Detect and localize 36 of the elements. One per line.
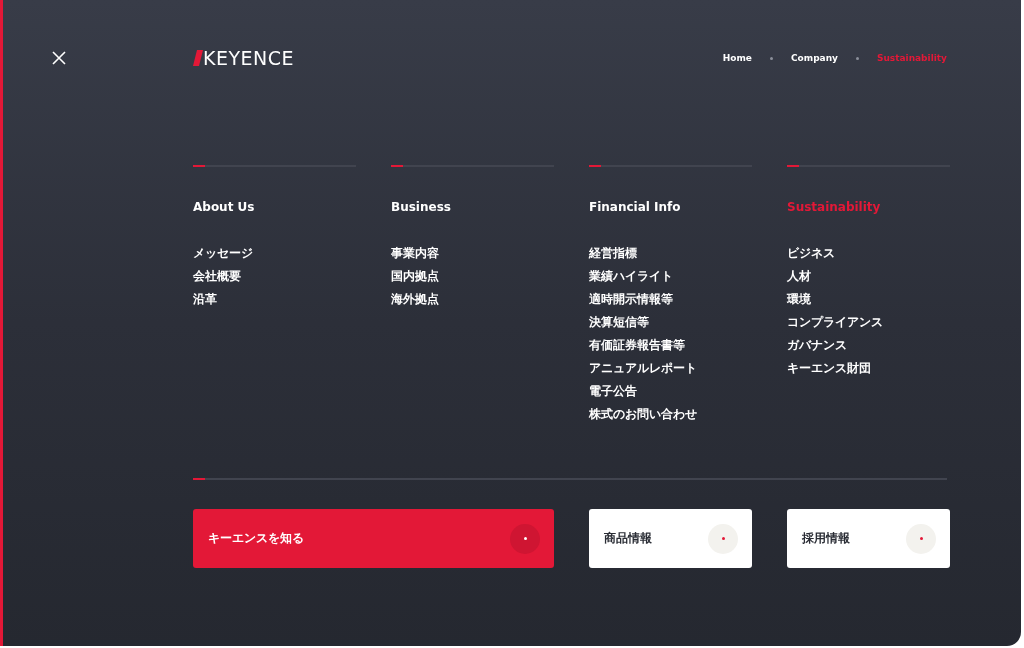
menu-link[interactable]: 適時開示情報等 <box>589 291 673 307</box>
menu-link[interactable]: 事業内容 <box>391 245 439 261</box>
menu-link[interactable]: 経営指標 <box>589 245 637 261</box>
menu-link[interactable]: コンプライアンス <box>787 314 883 330</box>
menu-link[interactable]: ビジネス <box>787 245 835 261</box>
dot-circle-icon <box>708 523 738 554</box>
menu-link[interactable]: 決算短信等 <box>589 314 649 330</box>
section-heading-link[interactable]: Financial Info <box>589 200 681 214</box>
dot-circle-icon <box>906 523 936 554</box>
link-card[interactable]: 商品情報 <box>589 509 752 568</box>
section-heading-link[interactable]: About Us <box>193 200 255 214</box>
link-card[interactable]: 採用情報 <box>787 509 950 568</box>
menu-link[interactable]: 業績ハイライト <box>589 268 673 284</box>
separator-dot-icon <box>855 56 859 60</box>
separator-dot-icon <box>769 56 773 60</box>
menu-link[interactable]: 海外拠点 <box>391 291 439 307</box>
menu-link[interactable]: 沿革 <box>193 291 217 307</box>
menu-link[interactable]: 会社概要 <box>193 268 241 284</box>
section-heading-link[interactable]: Business <box>391 200 451 214</box>
menu-link[interactable]: 電子公告 <box>589 383 637 399</box>
link-card[interactable]: キーエンスを知る <box>193 509 554 568</box>
menu-link[interactable]: メッセージ <box>193 245 253 261</box>
dot-circle-icon <box>510 523 540 554</box>
menu-link[interactable]: ガバナンス <box>787 337 847 353</box>
menu-link[interactable]: 人材 <box>787 268 811 284</box>
menu-link[interactable]: 環境 <box>787 291 811 307</box>
menu-link[interactable]: アニュアルレポート <box>589 360 697 376</box>
menu-link[interactable]: 国内拠点 <box>391 268 439 284</box>
logo-slash-icon <box>193 50 203 66</box>
menu-link[interactable]: キーエンス財団 <box>787 360 871 376</box>
close-icon <box>51 50 67 66</box>
menu-link[interactable]: 株式のお問い合わせ <box>589 406 697 422</box>
menu-link[interactable]: 有価証券報告書等 <box>589 337 685 353</box>
breadcrumb-link[interactable]: Company <box>790 53 838 63</box>
breadcrumb-link[interactable]: Home <box>722 53 752 63</box>
logo[interactable]: KEYENCE <box>203 47 295 69</box>
